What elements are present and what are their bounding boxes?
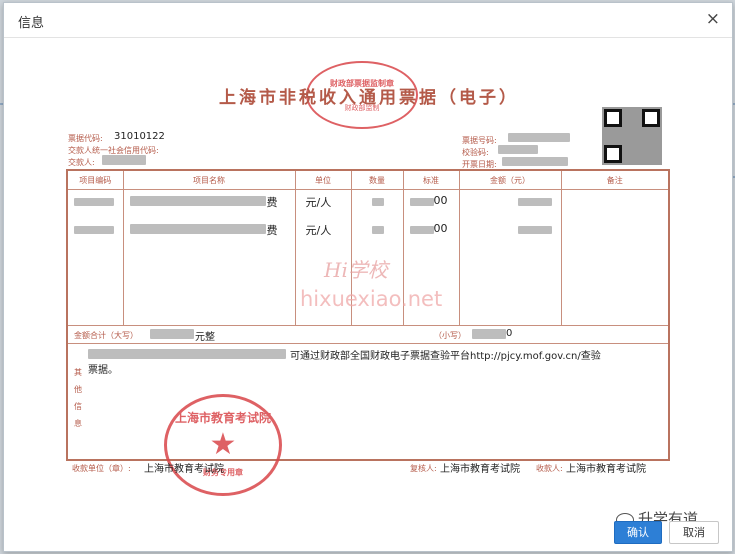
reviewer-value: 上海市教育考试院: [440, 464, 520, 475]
info-dialog: 信息 × 财政部票据监制章 财政部监制 上海市非税收入通用票据（电子） 票据代码…: [3, 2, 733, 552]
total-small-label: （小写）: [434, 331, 466, 340]
check-code-label: 校验码:: [462, 148, 489, 157]
amount-cell: [458, 189, 562, 326]
cancel-button[interactable]: 取消: [669, 521, 719, 544]
dialog-title: 信息: [18, 16, 45, 31]
total-upper-label: 金额合计（大写）: [74, 331, 138, 340]
remark-cell: [560, 189, 670, 326]
name-cell: 费 费: [122, 189, 296, 326]
side-label-char: 息: [74, 419, 82, 428]
receipt-title: 上海市非税收入通用票据（电子）: [219, 88, 519, 108]
item-unit: 元/人: [305, 196, 332, 209]
redacted-date: [502, 157, 568, 166]
redacted-item-code: [74, 226, 114, 234]
seal-text: 上海市教育考试院: [174, 411, 271, 425]
qr-corner: [642, 109, 660, 127]
watermark-url: hixuexiao.net: [300, 287, 443, 311]
qr-code: [602, 107, 662, 165]
number-label: 票据号码:: [462, 136, 497, 145]
redacted-item-name: [129, 196, 266, 206]
side-label-char: 信: [74, 402, 82, 411]
code-cell: [66, 189, 124, 326]
header-cell: 备注: [560, 169, 670, 190]
redacted-item-name: [129, 224, 266, 234]
header-cell: 项目名称: [122, 169, 296, 190]
item-unit: 元/人: [305, 224, 332, 237]
payee-value: 上海市教育考试院: [144, 464, 224, 475]
redacted-amount: [517, 226, 552, 234]
redacted-quantity: [371, 198, 384, 206]
code-value: 31010122: [114, 131, 165, 142]
collector-label: 收款人:: [536, 464, 563, 473]
item-standard: 00: [433, 194, 448, 207]
note-text: 可通过财政部全国财政电子票据查验平台http://pjcy.mof.gov.cn…: [290, 351, 601, 362]
other-info-label: 其 他 信 息: [74, 364, 84, 432]
header-cell: 金额（元）: [458, 169, 562, 190]
redacted-note: [88, 349, 286, 359]
redacted-item-code: [74, 198, 114, 206]
note-text: 票据。: [88, 365, 118, 376]
total-upper-value: 元整: [195, 332, 215, 343]
note-row: 其 他 信 息 可通过财政部全国财政电子票据查验平台http://pjcy.mo…: [66, 343, 670, 461]
redacted-total-small: [472, 329, 506, 339]
redacted-amount: [517, 198, 552, 206]
dialog-divider: [4, 37, 732, 38]
redacted-payer: [102, 155, 146, 165]
header-cell: 数量: [350, 169, 404, 190]
redacted-standard: [409, 198, 434, 206]
close-icon[interactable]: ×: [706, 9, 720, 29]
redacted-check-code: [498, 145, 538, 154]
reviewer-label: 复核人:: [410, 464, 437, 473]
header-cell: 标准: [402, 169, 460, 190]
collector-value: 上海市教育考试院: [566, 464, 646, 475]
note-cell: 其 他 信 息 可通过财政部全国财政电子票据查验平台http://pjcy.mo…: [66, 343, 670, 461]
item-name: 费: [266, 196, 278, 209]
redacted-number: [508, 133, 570, 142]
star-icon: ★: [209, 427, 237, 462]
exam-authority-seal: 上海市教育考试院 ★ 财务专用章: [164, 394, 282, 496]
watermark-logo: Hi学校: [324, 258, 388, 282]
redacted-total-upper: [150, 329, 194, 339]
item-standard: 00: [433, 222, 448, 235]
total-cell: 金额合计（大写） 元整 （小写） 0: [66, 325, 670, 344]
confirm-button[interactable]: 确认: [614, 521, 662, 544]
side-label-char: 其: [74, 368, 82, 377]
receipt-table: 项目编码 项目名称 单位 数量 标准 金额（元） 备注 费 费 元/人 元/人 …: [66, 169, 670, 461]
item-name: 费: [266, 224, 278, 237]
redacted-quantity: [371, 226, 384, 234]
header-cell: 项目编码: [66, 169, 124, 190]
payee-label: 收款单位（章）:: [72, 464, 131, 473]
header-cell: 单位: [294, 169, 352, 190]
redacted-standard: [409, 226, 434, 234]
total-small-value: 0: [506, 328, 513, 339]
qr-corner: [604, 109, 622, 127]
table-header-row: 项目编码 项目名称 单位 数量 标准 金额（元） 备注: [66, 169, 670, 190]
code-label: 票据代码:: [68, 134, 103, 143]
side-label-char: 他: [74, 385, 82, 394]
qr-corner: [604, 145, 622, 163]
payer-label: 交款人:: [68, 158, 95, 167]
total-row: 金额合计（大写） 元整 （小写） 0: [66, 325, 670, 344]
